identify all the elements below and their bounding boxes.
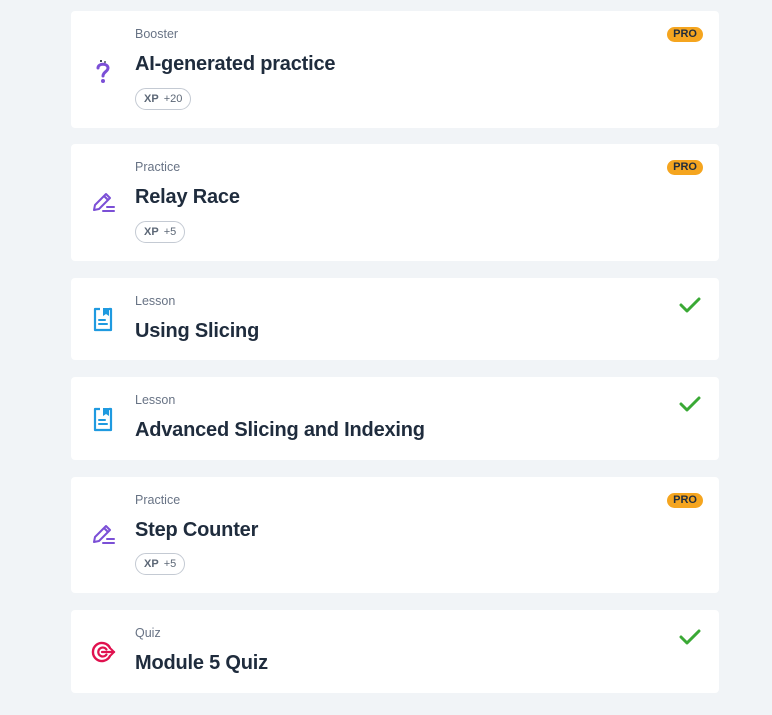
- xp-value: +5: [163, 558, 177, 570]
- module-item-ai-generated-practice[interactable]: Booster AI-generated practice XP +20 PRO: [71, 11, 719, 128]
- xp-value: +5: [163, 226, 177, 238]
- xp-label: XP: [144, 558, 159, 570]
- pencil-edit-icon: [90, 522, 116, 548]
- item-title[interactable]: Relay Race: [135, 186, 240, 209]
- item-title[interactable]: Step Counter: [135, 519, 258, 542]
- module-item-relay-race[interactable]: Practice Relay Race XP +5 PRO: [71, 144, 719, 261]
- pro-badge: PRO: [667, 160, 703, 175]
- pro-badge: PRO: [667, 27, 703, 42]
- lesson-document-icon: [90, 406, 116, 432]
- item-type-label: Practice: [135, 493, 181, 507]
- xp-value: +20: [163, 93, 183, 105]
- pencil-edit-icon: [90, 190, 116, 216]
- item-title[interactable]: AI-generated practice: [135, 53, 336, 76]
- item-type-label: Practice: [135, 160, 181, 174]
- item-type-label: Lesson: [135, 294, 176, 308]
- xp-badge: XP +5: [135, 221, 186, 243]
- completed-check-icon: [679, 628, 701, 646]
- completed-check-icon: [679, 395, 701, 413]
- pro-badge: PRO: [667, 493, 703, 508]
- xp-label: XP: [144, 93, 159, 105]
- item-title[interactable]: Advanced Slicing and Indexing: [135, 419, 425, 442]
- xp-label: XP: [144, 226, 159, 238]
- module-item-step-counter[interactable]: Practice Step Counter XP +5 PRO: [71, 477, 719, 593]
- module-item-advanced-slicing[interactable]: Lesson Advanced Slicing and Indexing: [71, 377, 719, 460]
- item-type-label: Quiz: [135, 626, 161, 640]
- lesson-document-icon: [90, 306, 116, 332]
- item-title[interactable]: Module 5 Quiz: [135, 652, 268, 675]
- question-sparkle-icon: [90, 59, 116, 85]
- xp-badge: XP +20: [135, 88, 192, 110]
- target-quiz-icon: [90, 639, 116, 665]
- xp-badge: XP +5: [135, 553, 186, 575]
- item-title[interactable]: Using Slicing: [135, 320, 259, 343]
- item-type-label: Lesson: [135, 393, 176, 407]
- module-item-module-5-quiz[interactable]: Quiz Module 5 Quiz: [71, 610, 719, 693]
- completed-check-icon: [679, 296, 701, 314]
- module-item-using-slicing[interactable]: Lesson Using Slicing: [71, 278, 719, 360]
- item-type-label: Booster: [135, 27, 179, 41]
